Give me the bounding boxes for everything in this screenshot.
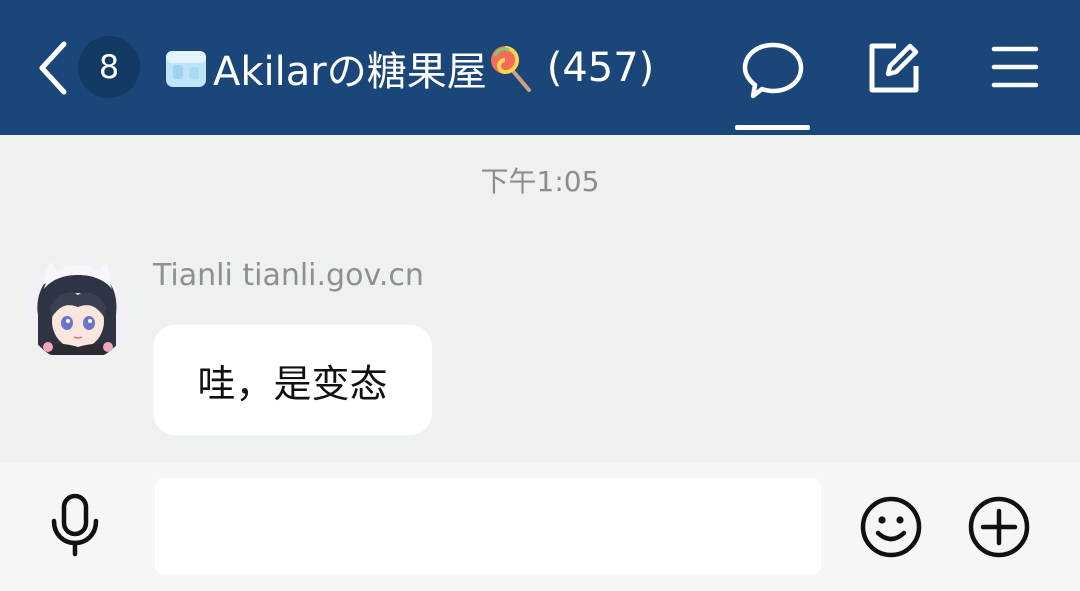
message-timestamp: 下午1:05 <box>480 165 600 198</box>
chat-header: 8 Akilarの糖果屋 (457) <box>0 0 1080 135</box>
active-tab-indicator <box>735 125 810 130</box>
lollipop-icon <box>490 46 531 92</box>
message-input[interactable] <box>155 478 821 575</box>
chat-bubble-icon[interactable] <box>741 40 805 100</box>
group-title-text: Akilarの糖果屋 <box>213 49 487 95</box>
message-bubble[interactable]: 哇，是变态 <box>153 325 432 435</box>
group-title[interactable]: Akilarの糖果屋 (457) <box>163 40 654 96</box>
emoji-smile-icon[interactable] <box>859 495 923 559</box>
plus-circle-icon[interactable] <box>967 495 1031 559</box>
edit-icon[interactable] <box>866 40 922 96</box>
microphone-icon[interactable] <box>48 493 102 557</box>
message-text: 哇，是变态 <box>197 361 388 406</box>
avatar[interactable] <box>24 255 131 362</box>
chevron-left-icon[interactable] <box>36 40 70 96</box>
input-bar <box>0 462 1080 591</box>
unread-count-badge[interactable]: 8 <box>78 36 140 98</box>
ice-cube-icon <box>166 51 206 87</box>
menu-icon[interactable] <box>991 44 1039 90</box>
member-count: (457) <box>546 45 655 91</box>
anime-avatar-image <box>24 255 131 362</box>
sender-name: Tianli tianli.gov.cn <box>153 258 424 293</box>
